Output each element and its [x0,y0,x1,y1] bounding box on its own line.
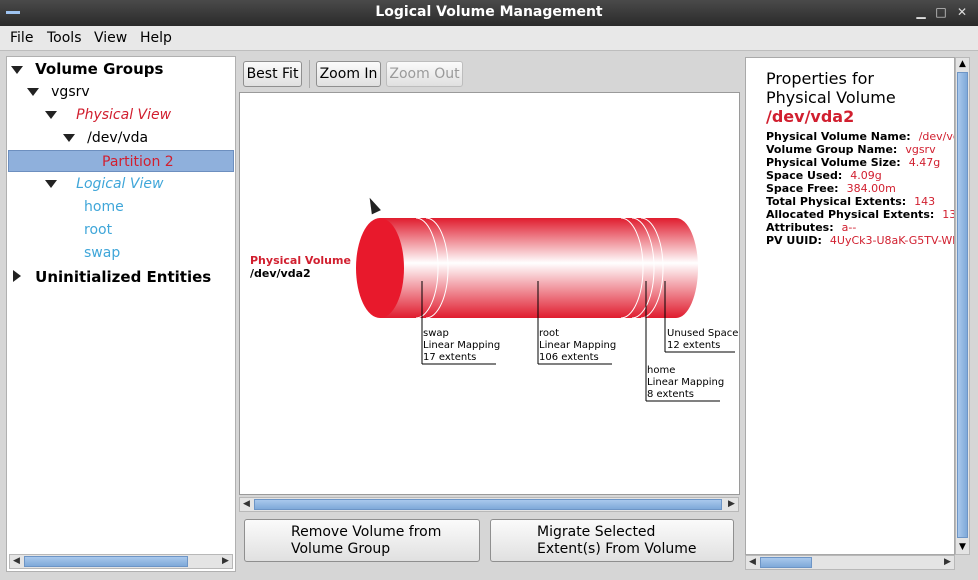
tree-item-lv-root[interactable]: root [84,219,112,241]
properties-device-name: /dev/vda2 [766,107,855,126]
menu-bar: File Tools View Help [0,26,978,51]
cylinder-front-face [356,218,404,318]
physical-volume-diagram[interactable]: Physical Volume /dev/vda2 swap Linear Ma… [239,92,740,495]
tree-item-vgsrv[interactable]: vgsrv [27,81,90,103]
scroll-left-icon[interactable]: ◀ [746,556,759,569]
scroll-thumb[interactable] [957,72,968,538]
scroll-thumb[interactable] [760,557,812,568]
expander-down-icon[interactable] [63,134,75,142]
toolbar-separator [309,60,310,88]
tree-item-lv-home[interactable]: home [84,196,124,218]
scroll-thumb[interactable] [254,499,722,510]
close-icon[interactable]: ✕ [955,5,969,19]
window-title: Logical Volume Management [375,4,603,20]
tree-item-logical-view[interactable]: Logical View [45,173,163,195]
tree-item-partition-2[interactable]: Partition 2 [8,150,234,172]
properties-vertical-scrollbar[interactable]: ▲ ▼ [955,57,970,555]
expander-right-icon[interactable] [13,270,21,282]
volume-tree: Volume Groups vgsrv Physical View /dev/v… [6,56,236,572]
zoom-in-button[interactable]: Zoom In [316,61,381,87]
properties-panel: Properties for Physical Volume /dev/vda2… [745,57,955,555]
scroll-left-icon[interactable]: ◀ [240,498,253,511]
prop-row: Volume Group Name: vgsrv [766,143,936,156]
pv-title-label: Physical Volume [250,254,351,267]
tree-item-volume-groups[interactable]: Volume Groups [11,58,163,80]
prop-row: Space Used: 4.09g [766,169,882,182]
best-fit-button[interactable]: Best Fit [243,61,302,87]
maximize-icon[interactable]: □ [934,5,948,19]
title-bar: Logical Volume Management ▁ □ ✕ [0,0,978,26]
prop-row: Allocated Physical Extents:131 [766,208,954,221]
menu-file[interactable]: File [10,30,33,46]
properties-heading-line2: Physical Volume [766,88,896,107]
tree-item-dev-vda[interactable]: /dev/vda [63,127,148,149]
minimize-icon[interactable]: ▁ [914,5,928,19]
scroll-thumb[interactable] [24,556,188,567]
cylinder-body [380,218,676,318]
tree-horizontal-scrollbar[interactable]: ◀ ▶ [9,554,233,569]
pv-name-label: /dev/vda2 [250,267,311,280]
scroll-right-icon[interactable]: ▶ [941,556,954,569]
prop-row: Total Physical Extents: 143 [766,195,936,208]
menu-tools[interactable]: Tools [47,30,82,46]
tree-item-lv-swap[interactable]: swap [84,242,120,264]
properties-horizontal-scrollbar[interactable]: ◀ ▶ [745,555,955,570]
properties-heading-line1: Properties for [766,69,874,88]
scroll-right-icon[interactable]: ▶ [219,555,232,568]
cylinder-end-cap [654,218,698,318]
prop-row: Attributes: a-- [766,221,857,234]
scroll-left-icon[interactable]: ◀ [10,555,23,568]
scroll-right-icon[interactable]: ▶ [725,498,738,511]
zoom-out-button[interactable]: Zoom Out [386,61,463,87]
prop-row: Physical Volume Size: 4.47g [766,156,941,169]
prop-row: Physical Volume Name:/dev/vda2 [766,130,954,143]
prop-row: PV UUID: 4UyCk3-U8aK-G5TV-Wk [766,234,955,247]
diagram-horizontal-scrollbar[interactable]: ◀ ▶ [239,497,739,512]
menu-view[interactable]: View [94,30,127,46]
volume-cylinder-graphic [356,217,735,402]
remove-volume-button[interactable]: Remove Volume from Volume Group [244,519,480,562]
tree-item-uninitialized[interactable]: Uninitialized Entities [11,266,211,288]
prop-row: Space Free: 384.00m [766,182,896,195]
expander-down-icon[interactable] [45,180,57,188]
scroll-up-icon[interactable]: ▲ [956,58,969,71]
tree-item-physical-view[interactable]: Physical View [45,104,171,126]
scroll-down-icon[interactable]: ▼ [956,541,969,554]
expander-down-icon[interactable] [45,111,57,119]
expander-down-icon[interactable] [27,88,39,96]
migrate-extents-button[interactable]: Migrate Selected Extent(s) From Volume [490,519,734,562]
expander-down-icon[interactable] [11,66,23,74]
menu-help[interactable]: Help [140,30,172,46]
